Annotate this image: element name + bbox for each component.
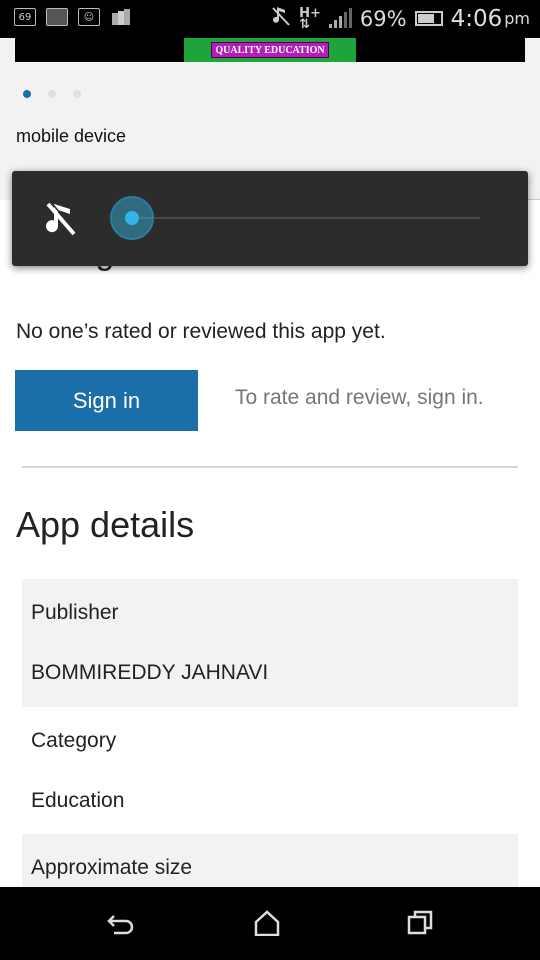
publisher-label: Publisher [31, 601, 119, 624]
smiley-icon: ☺ [78, 8, 100, 26]
category-value: Education [31, 789, 125, 812]
volume-panel [12, 171, 528, 266]
status-bar: 69 ☺ H+ ⇅ 69% 4:06 pm [0, 0, 540, 38]
home-icon[interactable] [244, 903, 290, 943]
size-row: Approximate size [22, 834, 518, 887]
network-type-text: H+ [299, 5, 321, 21]
network-type-icon: H+ ⇅ [299, 5, 321, 32]
clock: 4:06 [450, 5, 503, 32]
carousel-dot-2[interactable] [48, 90, 56, 98]
volume-slider-thumb[interactable] [110, 196, 154, 240]
no-ratings-text: No one’s rated or reviewed this app yet. [16, 320, 386, 343]
device-label: mobile device [16, 126, 127, 146]
banner-green-box: QUALITY EDUCATION [184, 38, 356, 62]
cards-icon [110, 8, 132, 26]
notification-icons: 69 ☺ [14, 8, 132, 26]
publisher-value: BOMMIREDDY JAHNAVI [31, 661, 269, 684]
category-label: Category [31, 729, 117, 752]
carousel-dots [23, 90, 81, 98]
battery-percent: 69% [359, 6, 407, 31]
section-separator [22, 466, 518, 468]
clock-ampm: pm [504, 9, 530, 28]
banner-label: QUALITY EDUCATION [211, 42, 329, 58]
navigation-bar [0, 887, 540, 960]
sign-in-hint: To rate and review, sign in. [235, 386, 484, 409]
notif-badge-text: 69 [18, 11, 32, 23]
carousel-dot-3[interactable] [73, 90, 81, 98]
sixty-nine-icon: 69 [14, 8, 36, 26]
signal-icon [328, 7, 352, 28]
app-details-heading: App details [16, 504, 195, 545]
recents-icon[interactable] [397, 903, 443, 943]
image-icon [46, 8, 68, 26]
volume-thumb-core [125, 211, 139, 225]
category-row: Category Education [22, 707, 518, 834]
size-label: Approximate size [31, 856, 193, 879]
music-muted-status-icon [271, 5, 291, 32]
music-muted-icon[interactable] [44, 200, 78, 238]
sign-in-button[interactable]: Sign in [15, 370, 198, 431]
carousel-dot-1[interactable] [23, 90, 31, 98]
back-icon[interactable] [98, 903, 144, 943]
battery-icon [414, 11, 443, 26]
volume-track[interactable] [132, 217, 480, 219]
publisher-row: Publisher BOMMIREDDY JAHNAVI [22, 579, 518, 707]
screenshot-banner[interactable]: QUALITY EDUCATION [15, 38, 525, 62]
